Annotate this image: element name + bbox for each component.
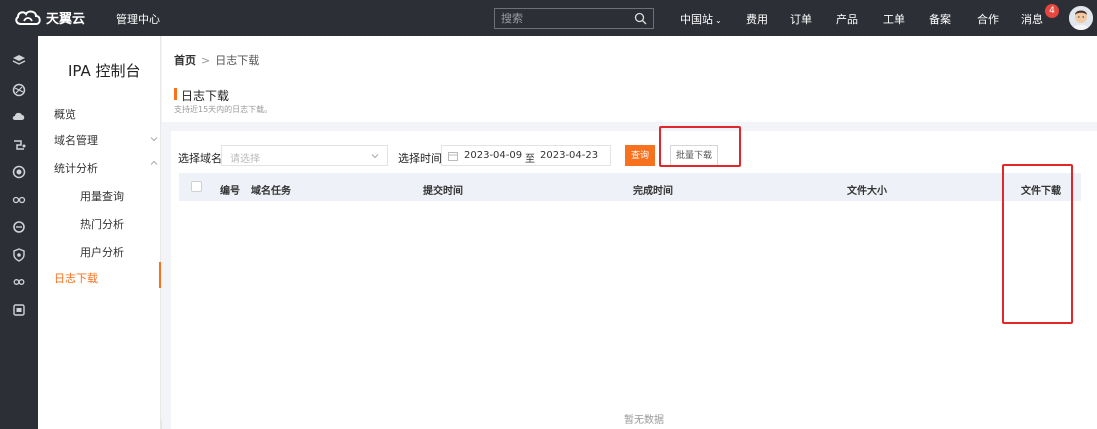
query-button[interactable]: 查询 — [625, 145, 655, 166]
breadcrumb-current: 日志下载 — [215, 54, 260, 67]
nav-partner[interactable]: 合作 — [977, 11, 999, 27]
sidebar-item-domain-management[interactable]: 域名管理 — [54, 132, 98, 148]
active-menu-indicator — [159, 262, 161, 288]
search-icon[interactable] — [634, 12, 647, 25]
link-icon[interactable] — [12, 275, 26, 289]
console-title: IPA 控制台 — [68, 62, 141, 80]
column-submit-time: 提交时间 — [423, 186, 463, 197]
product-icon-rail — [0, 36, 38, 429]
start-date[interactable]: 2023-04-09 — [464, 150, 522, 161]
shield-icon[interactable] — [12, 248, 26, 262]
sidebar-item-statistics[interactable]: 统计分析 — [54, 160, 98, 176]
layers-icon[interactable] — [12, 53, 26, 67]
page-subtitle: 支持近15天内的日志下载。 — [174, 105, 273, 114]
nav-icp[interactable]: 备案 — [929, 11, 951, 27]
cloud-logo-icon — [15, 10, 41, 25]
nav-messages[interactable]: 消息 — [1021, 11, 1043, 27]
globe-icon[interactable] — [12, 83, 26, 97]
select-all-checkbox[interactable] — [191, 181, 202, 192]
region-label: 中国站 — [680, 13, 713, 26]
column-domain-task: 域名任务 — [251, 186, 291, 197]
chevron-up-icon[interactable] — [150, 159, 158, 167]
column-finish-time: 完成时间 — [633, 186, 673, 197]
region-selector[interactable]: 中国站 ⌄ — [680, 11, 722, 27]
network-icon[interactable] — [12, 138, 26, 152]
table-header: 编号 域名任务 提交时间 完成时间 文件大小 文件下载 — [179, 173, 1081, 201]
breadcrumb-home[interactable]: 首页 — [174, 54, 196, 67]
chevron-down-icon[interactable] — [150, 135, 158, 143]
date-range-separator: 至 — [525, 154, 535, 165]
domain-filter-label: 选择域名 — [178, 152, 222, 165]
nav-fees[interactable]: 费用 — [746, 11, 768, 27]
sidebar-scrollbar[interactable] — [160, 420, 162, 429]
sidebar-item-hot-analysis[interactable]: 热门分析 — [80, 216, 124, 232]
target-icon[interactable] — [12, 165, 26, 179]
domain-select-placeholder: 请选择 — [230, 154, 260, 165]
breadcrumb-separator: > — [201, 54, 211, 67]
nav-orders[interactable]: 订单 — [790, 11, 812, 27]
batch-download-highlight — [659, 126, 741, 167]
nav-products[interactable]: 产品 — [836, 11, 858, 27]
sidebar-item-log-download[interactable]: 日志下载 — [54, 270, 98, 286]
nav-tickets[interactable]: 工单 — [883, 11, 905, 27]
page-header: 首页 > 日志下载 日志下载 支持近15天内的日志下载。 — [162, 36, 1097, 122]
empty-state-text: 暂无数据 — [624, 415, 664, 426]
sidebar-item-user-analysis[interactable]: 用户分析 — [80, 244, 124, 260]
chevron-down-icon: ⌄ — [715, 16, 722, 25]
calendar-icon — [448, 152, 458, 161]
column-file-size: 文件大小 — [847, 186, 887, 197]
avatar-face-icon — [1069, 6, 1093, 30]
file-download-column-highlight — [1002, 164, 1073, 324]
search-input[interactable] — [501, 11, 621, 26]
nodes-icon[interactable] — [12, 193, 26, 207]
domain-select[interactable]: 请选择 — [221, 145, 388, 166]
column-id: 编号 — [220, 186, 240, 197]
breadcrumb: 首页 > 日志下载 — [174, 52, 259, 68]
title-accent-bar — [174, 88, 177, 100]
end-date[interactable]: 2023-04-23 — [540, 150, 598, 161]
message-count-badge: 4 — [1045, 4, 1059, 18]
brand-name: 天翼云 — [46, 12, 86, 27]
top-navigation-bar: 天翼云 管理中心 中国站⌄ 费用 订单 产品 工单 备案 合作 消息 4 — [0, 0, 1097, 36]
user-avatar[interactable] — [1069, 6, 1093, 30]
sidebar-item-overview[interactable]: 概览 — [54, 106, 76, 122]
console-sidebar: IPA 控制台 概览 域名管理 统计分析 用量查询 热门分析 用户分析 日志下载 — [38, 36, 161, 429]
chevron-down-icon — [371, 154, 379, 159]
log-download-panel: 选择域名 请选择 选择时间 2023-04-09 至 2023-04-23 查询… — [171, 131, 1097, 429]
search-box[interactable] — [494, 8, 654, 29]
sidebar-item-usage-query[interactable]: 用量查询 — [80, 188, 124, 204]
page-title: 日志下载 — [181, 89, 230, 103]
brand-logo[interactable]: 天翼云 — [14, 8, 85, 27]
management-center-link[interactable]: 管理中心 — [116, 11, 160, 27]
ring-icon[interactable] — [12, 220, 26, 234]
box-icon[interactable] — [12, 303, 26, 317]
time-filter-label: 选择时间 — [398, 152, 442, 165]
cloud-icon[interactable] — [12, 109, 26, 123]
date-range-picker[interactable]: 2023-04-09 至 2023-04-23 — [441, 145, 611, 166]
